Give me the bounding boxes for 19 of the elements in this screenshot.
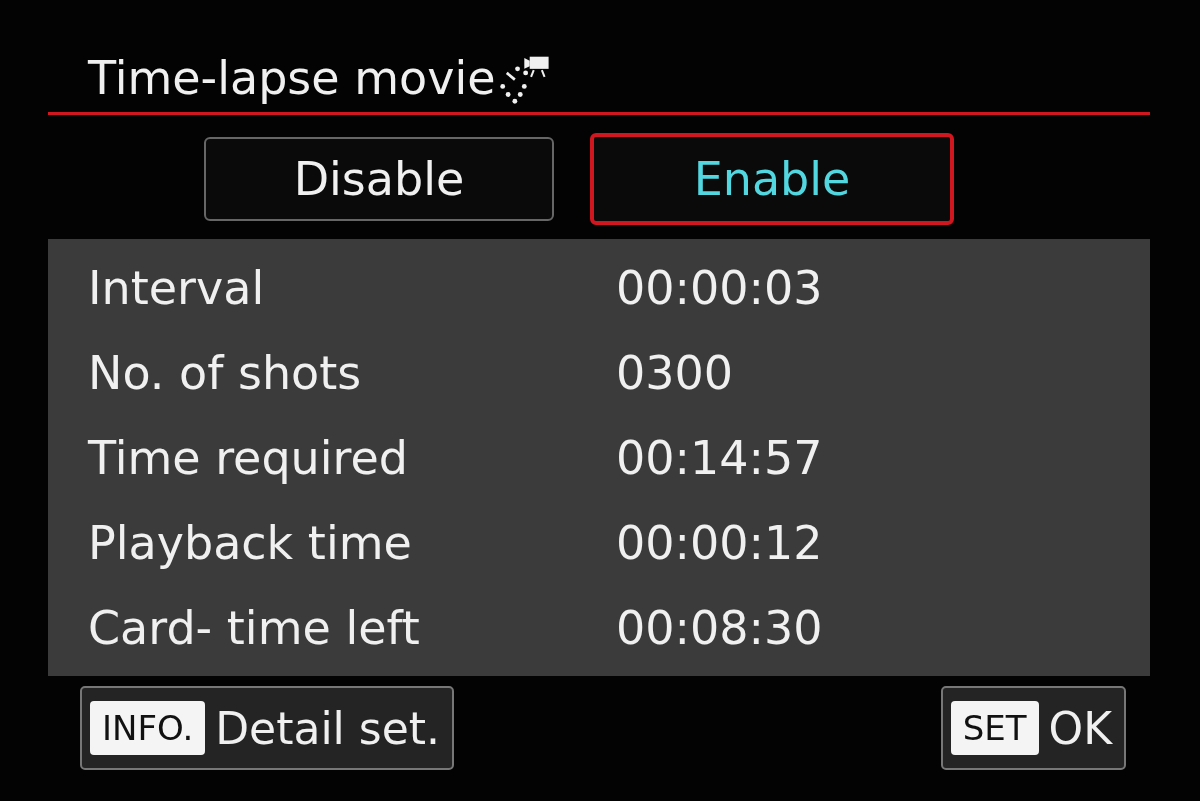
footer-button[interactable]: INFO. Detail set.: [80, 686, 455, 770]
option-button[interactable]: Disable: [204, 137, 554, 221]
setting-value: 00:00:03: [616, 260, 823, 315]
key-label: SET: [950, 701, 1039, 755]
setting-label: No. of shots: [88, 345, 363, 400]
setting-label: Card- time left: [88, 600, 421, 655]
button-label: Detail set.: [215, 702, 441, 754]
screen-title: Time-lapse movie: [88, 50, 496, 107]
setting-value: 0300: [616, 345, 734, 400]
button-label: OK: [1048, 702, 1112, 754]
setting-value: 00:00:12: [616, 515, 823, 570]
setting-value: 00:14:57: [616, 430, 823, 485]
footer-button[interactable]: SET OK: [940, 686, 1126, 770]
setting-label: Playback time: [88, 515, 413, 570]
setting-label: Time required: [88, 430, 409, 485]
setting-label: Interval: [88, 260, 266, 315]
setting-value: 00:08:30: [616, 600, 823, 655]
key-label: INFO.: [90, 701, 206, 755]
option-button[interactable]: Enable: [590, 133, 954, 225]
